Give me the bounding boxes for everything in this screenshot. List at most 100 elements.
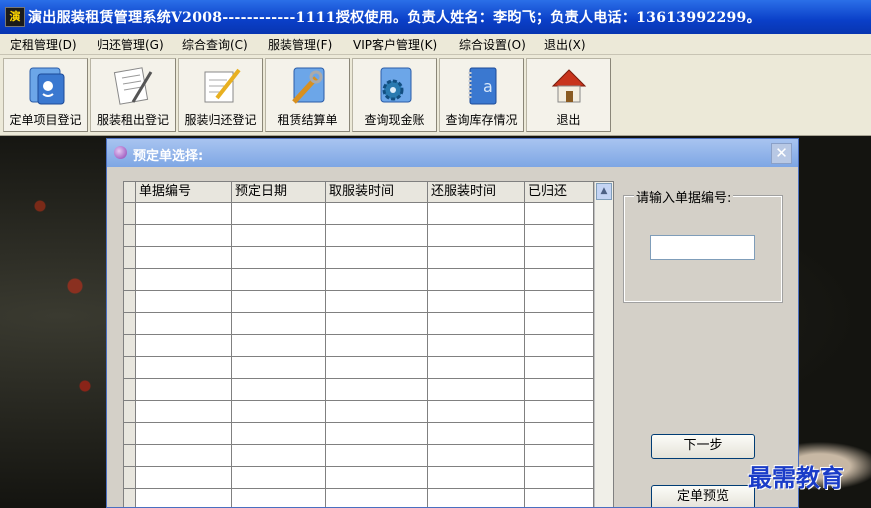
settlement-button[interactable]: 租赁结算单 [265, 58, 350, 132]
table-cell[interactable] [525, 401, 594, 422]
table-row[interactable] [124, 357, 594, 379]
dialog-close-button[interactable]: ✕ [771, 143, 792, 164]
table-cell[interactable] [136, 335, 232, 356]
grid-col-pickup-time[interactable]: 取服装时间 [326, 182, 428, 202]
grid-col-returned[interactable]: 已归还 [525, 182, 594, 202]
table-cell[interactable] [326, 489, 428, 507]
order-register-button[interactable]: 定单项目登记 [3, 58, 88, 132]
menu-settings[interactable]: 综合设置(O) [459, 36, 526, 53]
table-cell[interactable] [232, 357, 326, 378]
table-row[interactable] [124, 313, 594, 335]
table-cell[interactable] [428, 489, 525, 507]
table-cell[interactable] [428, 203, 525, 224]
grid-col-order-no[interactable]: 单据编号 [136, 182, 232, 202]
table-cell[interactable] [232, 423, 326, 444]
table-cell[interactable] [232, 203, 326, 224]
table-cell[interactable] [428, 225, 525, 246]
table-row[interactable] [124, 467, 594, 489]
table-cell[interactable] [232, 335, 326, 356]
table-cell[interactable] [326, 357, 428, 378]
menu-vip[interactable]: VIP客户管理(K) [353, 36, 437, 53]
table-row[interactable] [124, 291, 594, 313]
costume-rentout-button[interactable]: 服装租出登记 [90, 58, 176, 132]
table-cell[interactable] [525, 291, 594, 312]
order-number-input[interactable] [650, 235, 755, 260]
table-cell[interactable] [136, 423, 232, 444]
next-step-button[interactable]: 下一步 [651, 434, 755, 459]
order-preview-button[interactable]: 定单预览 [651, 485, 755, 507]
table-cell[interactable] [525, 489, 594, 507]
table-cell[interactable] [428, 335, 525, 356]
table-cell[interactable] [232, 247, 326, 268]
table-cell[interactable] [326, 203, 428, 224]
table-cell[interactable] [428, 313, 525, 334]
table-cell[interactable] [232, 313, 326, 334]
table-cell[interactable] [525, 379, 594, 400]
grid-col-order-date[interactable]: 预定日期 [232, 182, 326, 202]
menu-exit[interactable]: 退出(X) [544, 36, 586, 53]
table-cell[interactable] [525, 313, 594, 334]
table-cell[interactable] [428, 467, 525, 488]
table-row[interactable] [124, 489, 594, 507]
menu-costume[interactable]: 服装管理(F) [268, 36, 332, 53]
table-cell[interactable] [525, 203, 594, 224]
table-cell[interactable] [326, 313, 428, 334]
table-cell[interactable] [525, 445, 594, 466]
table-row[interactable] [124, 445, 594, 467]
cash-query-button[interactable]: 查询现金账 [352, 58, 437, 132]
table-cell[interactable] [428, 379, 525, 400]
order-grid[interactable]: 单据编号 预定日期 取服装时间 还服装时间 已归还 ▲ [123, 181, 614, 507]
table-cell[interactable] [326, 225, 428, 246]
table-cell[interactable] [136, 247, 232, 268]
table-cell[interactable] [136, 269, 232, 290]
menu-return[interactable]: 归还管理(G) [97, 36, 164, 53]
table-cell[interactable] [525, 269, 594, 290]
table-cell[interactable] [326, 401, 428, 422]
table-row[interactable] [124, 225, 594, 247]
stock-query-button[interactable]: a 查询库存情况 [439, 58, 524, 132]
table-cell[interactable] [428, 423, 525, 444]
table-cell[interactable] [232, 379, 326, 400]
table-cell[interactable] [232, 225, 326, 246]
table-cell[interactable] [232, 269, 326, 290]
table-row[interactable] [124, 379, 594, 401]
table-cell[interactable] [428, 291, 525, 312]
table-row[interactable] [124, 335, 594, 357]
table-cell[interactable] [136, 203, 232, 224]
table-cell[interactable] [136, 225, 232, 246]
table-cell[interactable] [232, 401, 326, 422]
table-cell[interactable] [136, 467, 232, 488]
table-cell[interactable] [428, 445, 525, 466]
table-cell[interactable] [525, 467, 594, 488]
table-cell[interactable] [232, 291, 326, 312]
table-cell[interactable] [326, 379, 428, 400]
table-row[interactable] [124, 401, 594, 423]
grid-col-return-time[interactable]: 还服装时间 [428, 182, 525, 202]
menu-query[interactable]: 综合查询(C) [182, 36, 248, 53]
table-cell[interactable] [136, 379, 232, 400]
costume-return-button[interactable]: 服装归还登记 [178, 58, 263, 132]
table-cell[interactable] [232, 467, 326, 488]
table-cell[interactable] [428, 357, 525, 378]
exit-button[interactable]: 退出 [526, 58, 611, 132]
table-cell[interactable] [525, 247, 594, 268]
table-row[interactable] [124, 203, 594, 225]
table-cell[interactable] [136, 401, 232, 422]
table-cell[interactable] [525, 423, 594, 444]
table-cell[interactable] [136, 445, 232, 466]
table-cell[interactable] [326, 269, 428, 290]
table-cell[interactable] [136, 291, 232, 312]
table-cell[interactable] [525, 225, 594, 246]
table-cell[interactable] [136, 489, 232, 507]
table-cell[interactable] [232, 445, 326, 466]
table-cell[interactable] [326, 467, 428, 488]
table-cell[interactable] [232, 489, 326, 507]
table-cell[interactable] [326, 291, 428, 312]
table-cell[interactable] [136, 357, 232, 378]
table-cell[interactable] [428, 401, 525, 422]
table-cell[interactable] [136, 313, 232, 334]
table-row[interactable] [124, 423, 594, 445]
table-cell[interactable] [428, 247, 525, 268]
grid-scrollbar[interactable]: ▲ [594, 182, 613, 507]
table-cell[interactable] [525, 357, 594, 378]
